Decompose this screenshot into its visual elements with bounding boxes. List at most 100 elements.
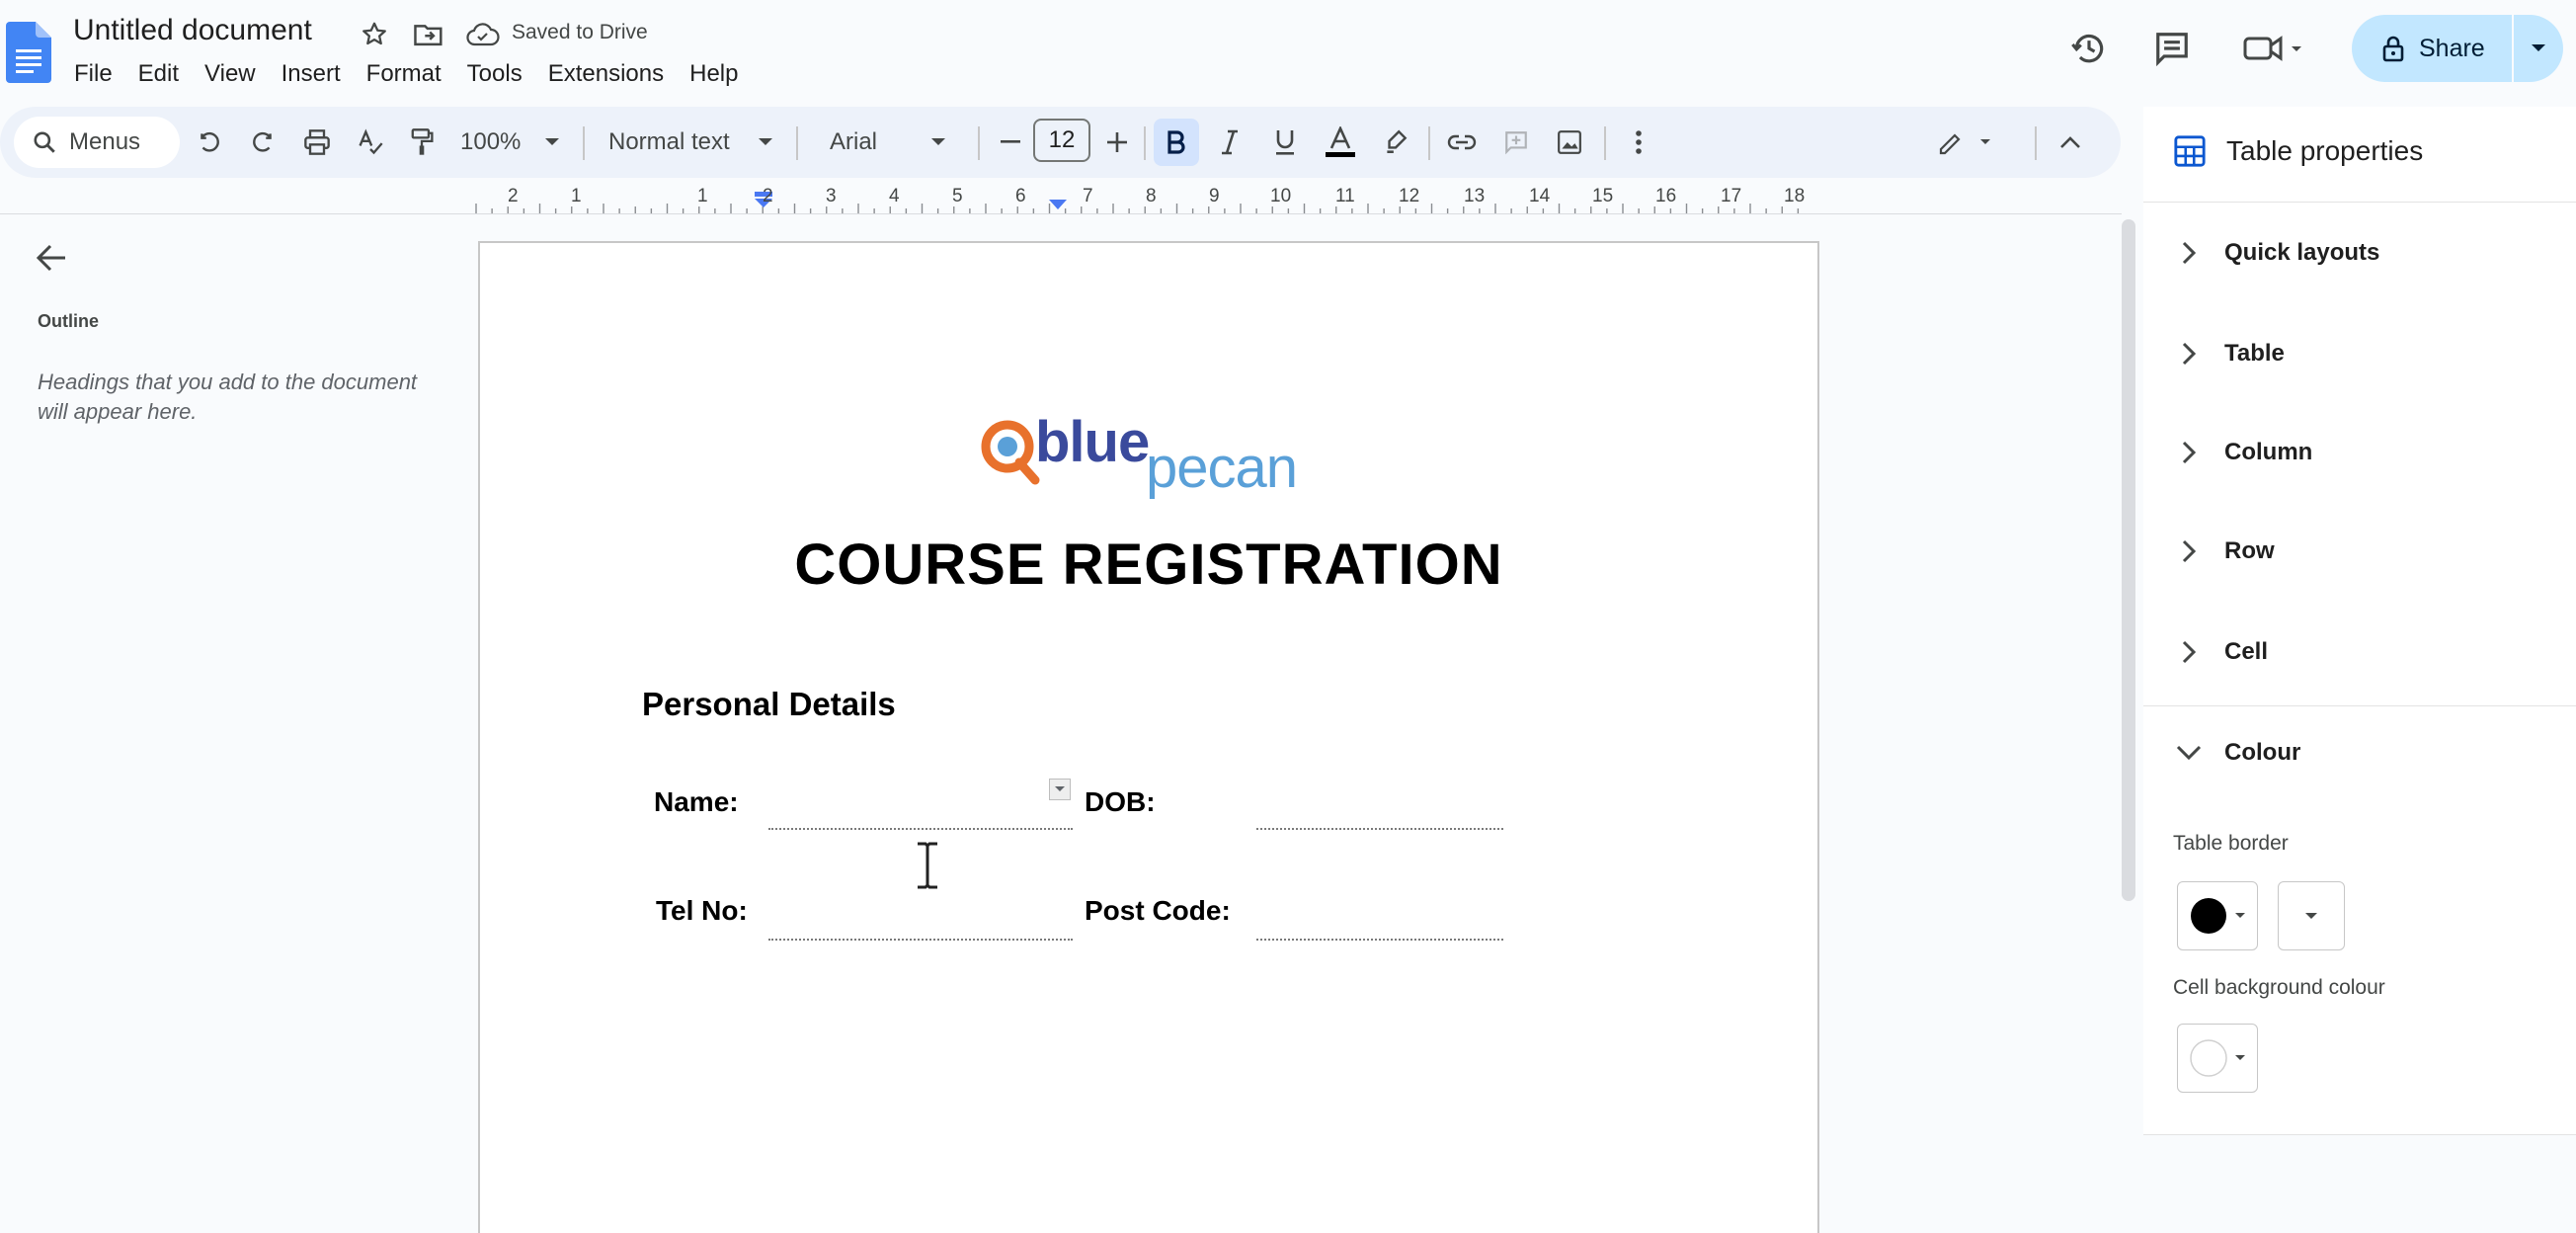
dob-field[interactable] [1256, 828, 1503, 830]
spellcheck-icon[interactable] [354, 124, 387, 160]
tel-field[interactable] [768, 939, 1073, 941]
toolbar-divider [1144, 126, 1146, 160]
share-label: Share [2419, 34, 2485, 62]
menu-insert[interactable]: Insert [269, 59, 354, 89]
postcode-label: Post Code: [1085, 895, 1231, 926]
docs-logo-icon[interactable] [6, 22, 51, 83]
underline-icon[interactable] [1268, 124, 1302, 160]
search-icon [32, 129, 57, 155]
horizontal-ruler[interactable]: 2 1 1 2 3 4 5 6 7 8 9 10 11 12 13 14 15 16 17 18 [474, 186, 1819, 215]
paragraph-style-value: Normal text [608, 128, 730, 155]
font-select[interactable]: Arial [830, 124, 962, 160]
menu-view[interactable]: View [192, 59, 269, 89]
ruler-number: 11 [1335, 186, 1355, 206]
section-column[interactable]: Column [2181, 439, 2312, 466]
menu-help[interactable]: Help [677, 59, 751, 89]
section-colour[interactable]: Colour [2175, 739, 2300, 767]
star-icon[interactable] [360, 20, 389, 49]
paragraph-style-select[interactable]: Normal text [608, 124, 784, 160]
section-divider [2143, 705, 2576, 706]
table-icon [2173, 134, 2207, 168]
share-dropdown-button[interactable] [2514, 15, 2563, 82]
name-label: Name: [654, 786, 739, 817]
back-arrow-icon[interactable] [36, 243, 67, 273]
chevron-right-icon [2182, 539, 2197, 563]
lock-icon [2381, 35, 2405, 62]
cloud-saved-icon[interactable] [466, 22, 500, 47]
font-size-input[interactable]: 12 [1033, 119, 1090, 162]
ruler-number: 4 [889, 186, 900, 206]
cell-background-button[interactable] [2177, 1024, 2258, 1093]
section-quick-layouts[interactable]: Quick layouts [2181, 239, 2379, 267]
toolbar-divider [978, 126, 980, 160]
border-width-button[interactable] [2278, 881, 2345, 950]
outline-title: Outline [38, 311, 99, 331]
document-page[interactable]: blue pecan COURSE REGISTRATION Personal … [478, 241, 1819, 1233]
ruler-number: 6 [1015, 186, 1026, 206]
menu-bar: File Edit View Insert Format Tools Exten… [61, 59, 751, 89]
menu-file[interactable]: File [61, 59, 125, 89]
chevron-down-icon [931, 138, 946, 145]
ruler-number: 7 [1083, 186, 1093, 206]
ruler-number: 10 [1270, 186, 1292, 206]
section-table[interactable]: Table [2181, 340, 2285, 368]
bluepecan-logo: blue pecan [980, 409, 1316, 500]
insert-link-icon[interactable] [1444, 124, 1480, 160]
section-label: Row [2224, 537, 2275, 564]
chevron-down-icon [758, 138, 772, 145]
comments-icon[interactable] [2153, 30, 2191, 67]
color-swatch [2189, 896, 2228, 936]
move-folder-icon[interactable] [413, 20, 444, 49]
text-color-icon[interactable] [1322, 124, 1359, 160]
document-heading: COURSE REGISTRATION [794, 533, 1503, 597]
highlight-icon[interactable] [1379, 124, 1412, 160]
collapse-menus-icon[interactable] [2054, 124, 2086, 160]
postcode-field[interactable] [1256, 939, 1503, 941]
border-color-button[interactable] [2177, 881, 2258, 950]
section-cell[interactable]: Cell [2181, 638, 2268, 666]
panel-divider [2143, 1134, 2576, 1135]
chevron-right-icon [2182, 241, 2197, 265]
ruler-number: 2 [763, 186, 773, 206]
name-field[interactable] [768, 828, 1073, 830]
editing-mode-icon[interactable] [1936, 124, 1995, 160]
toolbar-divider [583, 126, 585, 160]
search-menus-button[interactable]: Menus [14, 117, 180, 168]
decrease-font-size-icon[interactable] [996, 124, 1025, 160]
ruler-number: 3 [826, 186, 837, 206]
dob-label: DOB: [1085, 786, 1156, 817]
insert-image-icon[interactable] [1553, 124, 1586, 160]
zoom-select[interactable]: 100% [460, 124, 569, 160]
meet-video-icon[interactable] [2242, 32, 2307, 65]
share-button[interactable]: Share [2352, 15, 2512, 82]
share-button-group: Share [2352, 15, 2563, 82]
section-row[interactable]: Row [2181, 537, 2275, 565]
paint-format-icon[interactable] [405, 124, 439, 160]
add-comment-icon[interactable] [1499, 124, 1533, 160]
menu-extensions[interactable]: Extensions [535, 59, 677, 89]
panel-header: Table properties [2173, 134, 2423, 168]
version-history-icon[interactable] [2070, 30, 2108, 67]
tel-label: Tel No: [656, 895, 748, 926]
toolbar-divider [1428, 126, 1430, 160]
undo-icon[interactable] [194, 124, 225, 160]
menu-edit[interactable]: Edit [125, 59, 192, 89]
menu-format[interactable]: Format [354, 59, 454, 89]
more-options-icon[interactable] [1624, 124, 1653, 160]
section-heading: Personal Details [642, 686, 896, 722]
text-cursor-icon [915, 842, 940, 889]
increase-font-size-icon[interactable] [1102, 124, 1132, 160]
print-icon[interactable] [300, 124, 334, 160]
menu-tools[interactable]: Tools [454, 59, 535, 89]
redo-icon[interactable] [247, 124, 279, 160]
document-scrollbar[interactable] [2122, 219, 2135, 901]
section-label: Quick layouts [2224, 239, 2380, 266]
italic-icon[interactable] [1213, 124, 1247, 160]
ruler-number: 1 [571, 186, 582, 206]
table-border-label: Table border [2173, 832, 2289, 855]
table-cell-menu-icon[interactable] [1049, 779, 1071, 800]
bold-button[interactable] [1154, 119, 1199, 166]
save-status: Saved to Drive [512, 21, 648, 43]
bold-icon [1167, 130, 1185, 154]
document-title[interactable]: Untitled document [73, 14, 312, 47]
